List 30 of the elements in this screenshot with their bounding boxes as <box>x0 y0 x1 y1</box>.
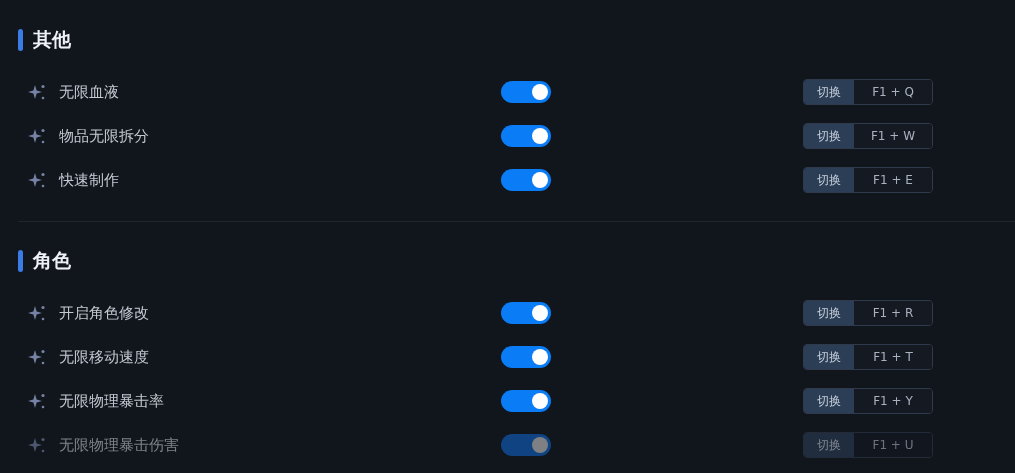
toggle-switch[interactable] <box>501 302 551 324</box>
hotkey-field[interactable]: 切换 F1 + R <box>803 300 933 326</box>
section-title: 角色 <box>33 248 71 273</box>
option-label: 快速制作 <box>59 170 120 190</box>
sparkle-icon <box>28 127 46 145</box>
sparkle-icon <box>28 83 46 101</box>
sparkle-icon <box>28 436 46 454</box>
toggle-switch[interactable] <box>501 81 551 103</box>
toggle-switch[interactable] <box>501 390 551 412</box>
hotkey-field[interactable]: 切换 F1 + W <box>803 123 933 149</box>
toggle-switch[interactable] <box>501 346 551 368</box>
toggle-switch[interactable] <box>501 169 551 191</box>
toggle-switch[interactable] <box>501 125 551 147</box>
sparkle-icon <box>28 304 46 322</box>
hotkey-field[interactable]: 切换 F1 + Y <box>803 388 933 414</box>
sparkle-icon <box>28 348 46 366</box>
option-label: 开启角色修改 <box>59 303 150 323</box>
sparkle-icon <box>28 392 46 410</box>
option-label: 无限血液 <box>59 82 120 102</box>
sparkle-icon <box>28 171 46 189</box>
hotkey-field[interactable]: 切换 F1 + E <box>803 167 933 193</box>
option-label: 物品无限拆分 <box>59 126 150 146</box>
section-accent-bar <box>18 29 23 51</box>
hotkey-field[interactable]: 切换 F1 + Q <box>803 79 933 105</box>
section-title: 其他 <box>33 27 71 52</box>
hotkey-field[interactable]: 切换 F1 + T <box>803 344 933 370</box>
option-label: 无限物理暴击伤害 <box>59 435 180 455</box>
option-label: 无限物理暴击率 <box>59 391 165 411</box>
option-label: 无限移动速度 <box>59 347 150 367</box>
section-accent-bar <box>18 250 23 272</box>
